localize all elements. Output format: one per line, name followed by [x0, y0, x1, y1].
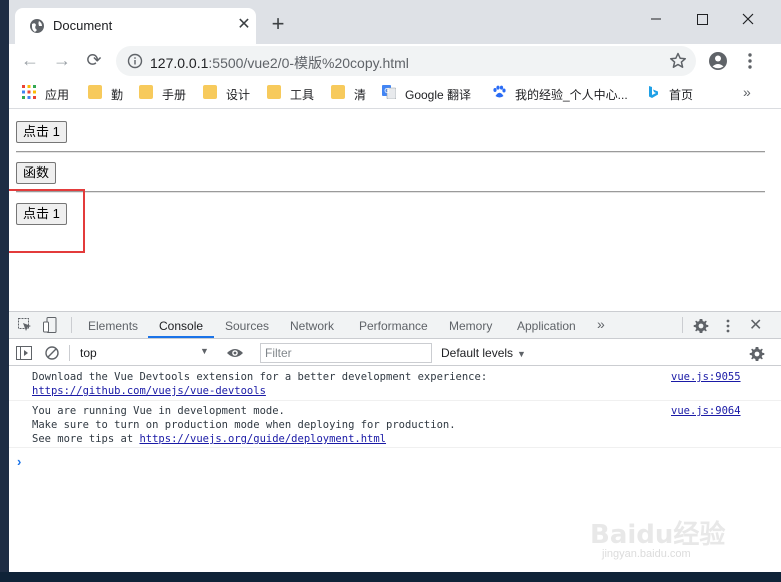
tab-memory[interactable]: Memory [449, 319, 492, 333]
folder-icon [267, 85, 281, 99]
folder-icon [331, 85, 345, 99]
baidu-paw-icon [493, 85, 506, 98]
toolbar-separator [682, 317, 683, 333]
browser-window: Document ✕ + ← → ⟳ 127.0.0.1:5500/vue2/0… [9, 0, 781, 572]
devtools-tab-bar: Elements Console Sources Network Perform… [9, 312, 781, 339]
forward-button[interactable]: → [51, 50, 73, 72]
bookmark-label: Google 翻译 [405, 88, 472, 102]
bookmark-label: 应用 [45, 88, 70, 102]
profile-avatar-icon[interactable] [708, 51, 728, 71]
bookmark-label: 首页 [669, 88, 694, 102]
active-tab-indicator [148, 336, 214, 338]
url-path: :5500/vue2/0-模版%20copy.html [208, 55, 409, 71]
taskbar-edge [0, 572, 781, 582]
address-bar[interactable]: 127.0.0.1:5500/vue2/0-模版%20copy.html [116, 46, 696, 76]
context-value: top [80, 346, 97, 360]
console-toolbar: top ▼ Default levels▼ [9, 340, 781, 366]
translate-icon: G [382, 85, 396, 99]
clear-console-icon[interactable] [45, 346, 59, 360]
click-button-1[interactable]: 点击 1 [16, 121, 67, 143]
log-levels-dropdown[interactable]: Default levels ▼ [441, 346, 526, 360]
highlight-box [9, 189, 85, 253]
bing-icon [649, 86, 658, 98]
message-text: Make sure to turn on production mode whe… [32, 419, 456, 431]
bookmark-label: 勤 [111, 88, 124, 102]
console-filter-input[interactable] [260, 343, 432, 363]
new-tab-button[interactable]: + [267, 13, 289, 36]
more-tabs-button[interactable]: » [597, 316, 605, 332]
toolbar-separator [71, 317, 72, 333]
folder-icon [139, 85, 153, 99]
tab-elements[interactable]: Elements [88, 319, 138, 333]
message-link-prefix: See more tips at [32, 433, 140, 445]
function-button[interactable]: 函数 [16, 162, 57, 184]
back-button[interactable]: ← [19, 50, 41, 72]
divider [16, 191, 765, 193]
console-message: You are running Vue in development mode.… [9, 402, 781, 448]
chevron-down-icon: ▼ [200, 346, 209, 356]
tab-title: Document [53, 18, 113, 33]
globe-icon [30, 19, 44, 33]
tab-network[interactable]: Network [290, 319, 334, 333]
console-message: Download the Vue Devtools extension for … [9, 367, 781, 401]
tab-performance[interactable]: Performance [359, 319, 428, 333]
tab-console[interactable]: Console [159, 319, 203, 333]
bookmarks-overflow-button[interactable]: » [743, 84, 751, 100]
console-prompt[interactable]: › [17, 454, 21, 469]
devtools-close-icon[interactable]: ✕ [749, 315, 762, 335]
tab-sources[interactable]: Sources [225, 319, 269, 333]
browser-toolbar: ← → ⟳ 127.0.0.1:5500/vue2/0-模版%20copy.ht… [9, 44, 781, 78]
log-levels-label: Default levels [441, 346, 514, 360]
folder-icon [88, 85, 102, 99]
minimize-button[interactable] [633, 4, 679, 28]
maximize-icon [697, 14, 708, 25]
minimize-icon [651, 18, 661, 20]
message-link[interactable]: https://vuejs.org/guide/deployment.html [139, 433, 386, 445]
bookmarks-bar: 应用 勤 手册 设计 工具 清 G Google 翻译 我的经验_个人中心...… [9, 78, 781, 109]
execution-context-select[interactable]: top ▼ [73, 343, 213, 363]
bookmark-label: 设计 [226, 88, 251, 102]
message-link[interactable]: https://github.com/vuejs/vue-devtools [32, 385, 266, 397]
message-source-link[interactable]: vue.js:9064 [671, 405, 741, 417]
url-host: 127.0.0.1 [150, 55, 209, 71]
desktop-edge [0, 0, 9, 582]
message-text: You are running Vue in development mode. [32, 405, 285, 417]
message-text: Download the Vue Devtools extension for … [32, 371, 488, 383]
tab-close-icon[interactable]: ✕ [235, 16, 253, 34]
console-settings-gear-icon[interactable] [749, 346, 765, 362]
devtools-menu-icon[interactable] [725, 318, 731, 334]
live-expression-eye-icon[interactable] [226, 346, 244, 360]
bookmark-label: 手册 [162, 88, 187, 102]
svg-text:G: G [384, 87, 389, 95]
watermark-url: jingyan.baidu.com [602, 548, 691, 560]
window-close-button[interactable] [725, 4, 771, 28]
toolbar-separator [69, 345, 70, 361]
message-source-link[interactable]: vue.js:9055 [671, 371, 741, 383]
console-sidebar-icon[interactable] [16, 346, 32, 360]
close-icon [742, 13, 754, 25]
settings-gear-icon[interactable] [693, 318, 709, 334]
apps-grid-icon [22, 85, 36, 99]
tab-document[interactable]: Document ✕ [15, 8, 256, 44]
device-toolbar-icon[interactable] [43, 317, 57, 333]
message-text-line: See more tips at https://vuejs.org/guide… [32, 433, 386, 445]
tab-application[interactable]: Application [517, 319, 576, 333]
divider [16, 151, 765, 153]
folder-icon [203, 85, 217, 99]
baidu-jingyan-watermark: Baidu经验 [590, 520, 726, 550]
inspect-element-icon[interactable] [18, 318, 32, 332]
tab-strip: Document ✕ + [9, 0, 781, 44]
url-text[interactable]: 127.0.0.1:5500/vue2/0-模版%20copy.html [150, 53, 409, 73]
page-viewport: 点击 1 函数 点击 1 [9, 109, 781, 311]
bookmark-star-icon[interactable] [668, 51, 688, 71]
maximize-button[interactable] [679, 4, 725, 28]
menu-kebab-icon[interactable] [743, 51, 757, 71]
reload-button[interactable]: ⟳ [83, 50, 105, 72]
bookmark-label: 我的经验_个人中心... [515, 88, 628, 102]
chevron-down-icon: ▼ [517, 349, 526, 359]
bookmark-label: 工具 [290, 88, 315, 102]
bookmark-label: 清 [354, 88, 367, 102]
info-icon[interactable] [127, 53, 143, 69]
